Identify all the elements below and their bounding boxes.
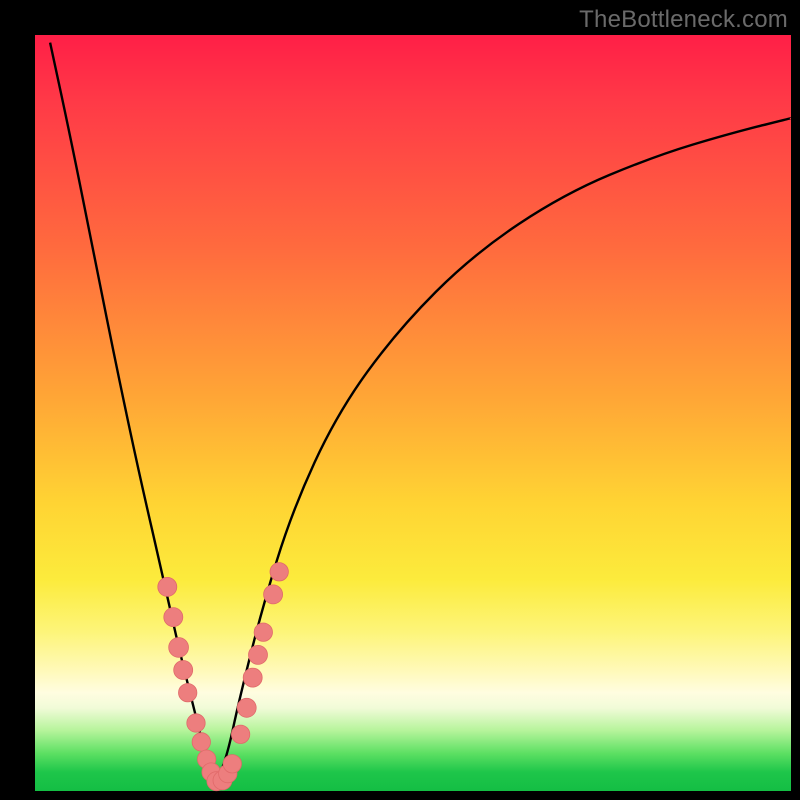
data-marker bbox=[192, 733, 210, 751]
data-marker bbox=[187, 714, 205, 732]
data-marker bbox=[179, 684, 197, 702]
outer-frame: TheBottleneck.com bbox=[0, 0, 800, 800]
data-marker bbox=[237, 698, 256, 717]
marker-group bbox=[158, 563, 289, 791]
data-marker bbox=[243, 668, 262, 687]
bottleneck-curve bbox=[50, 43, 791, 776]
plot-area bbox=[35, 35, 791, 791]
data-marker bbox=[231, 725, 249, 743]
watermark-text: TheBottleneck.com bbox=[579, 6, 788, 34]
data-marker bbox=[174, 661, 193, 680]
data-marker bbox=[169, 638, 189, 658]
data-marker bbox=[164, 608, 183, 627]
data-marker bbox=[270, 563, 288, 581]
data-marker bbox=[254, 623, 272, 641]
data-marker bbox=[249, 645, 268, 664]
data-marker bbox=[264, 585, 283, 604]
data-marker bbox=[158, 577, 177, 596]
data-marker bbox=[223, 755, 241, 773]
chart-svg bbox=[35, 35, 791, 791]
